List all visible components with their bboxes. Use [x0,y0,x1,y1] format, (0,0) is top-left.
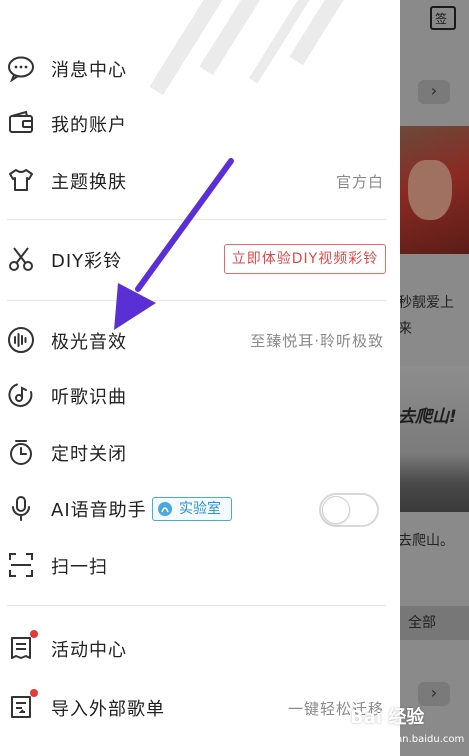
chevron-right-icon[interactable]: › [418,80,450,104]
menu-item-label: 活动中心 [51,640,127,661]
sound-effect-desc: 至臻悦耳·聆听极致 [250,332,384,350]
menu-item-sleep-timer[interactable]: 定时关闭 [0,430,400,474]
menu-item-activity-center[interactable]: 活动中心 [0,626,400,670]
toggle-knob [322,496,350,524]
divider [7,219,386,220]
lab-badge: 实验室 [152,497,232,521]
menu-item-label: 我的账户 [51,115,127,136]
calendar-icon[interactable]: 签 [430,6,456,30]
menu-item-label: DIY彩铃 [51,251,123,272]
side-drawer: 消息中心 我的账户 主题换肤 官方白 DIY彩铃 立即体验DIY视频彩铃 极光音… [0,0,400,756]
menu-item-sound-effect[interactable]: 极光音效 至臻悦耳·聆听极致 [0,318,400,362]
watermark-logo: Bai 经验 [350,707,425,728]
timer-icon [10,440,32,465]
background-item-caption: 去爬山。 [398,533,454,549]
background-thumbnail [400,126,469,254]
menu-item-label: AI语音助手 [51,500,147,521]
background-item-title: 秒靓爱上 [398,295,454,311]
menu-item-label: 定时关闭 [51,444,127,465]
menu-item-import-playlist[interactable]: 导入外部歌单 一键轻松迁移 [0,685,400,729]
menu-item-label: 消息中心 [51,60,127,81]
divider [7,300,386,301]
scissors-icon [9,247,33,271]
menu-item-label: 听歌识曲 [51,387,127,408]
notification-dot [30,630,38,638]
chat-bubble-icon [8,56,34,82]
music-recognition-icon [8,383,33,407]
tshirt-icon [9,169,33,191]
try-diy-video-ringtone-button[interactable]: 立即体验DIY视频彩铃 [224,244,386,274]
background-item-title-2: 来 [398,321,412,337]
scan-icon [9,553,33,577]
menu-item-label: 极光音效 [51,332,127,353]
wallet-icon [9,110,33,133]
microphone-icon [12,496,30,521]
menu-item-messages[interactable]: 消息中心 [0,46,400,90]
menu-item-label: 主题换肤 [51,172,127,193]
menu-item-song-recognition[interactable]: 听歌识曲 [0,373,400,417]
import-icon [11,696,31,718]
menu-item-scan[interactable]: 扫一扫 [0,543,400,587]
menu-item-label: 导入外部歌单 [51,699,165,720]
all-button[interactable]: 全部 [398,606,469,640]
divider [7,605,386,606]
notification-dot [30,689,38,697]
menu-item-theme[interactable]: 主题换肤 官方白 [0,158,400,202]
background-thumbnail-2: 去爬山! [398,366,469,512]
document-list-icon [11,637,31,659]
ai-voice-toggle[interactable] [319,493,379,527]
sound-wave-icon [8,327,34,353]
theme-value: 官方白 [335,173,384,191]
lab-icon [158,502,172,516]
menu-item-account[interactable]: 我的账户 [0,101,400,145]
watermark-url: jingyan.baidu.com [372,734,465,745]
menu-item-label: 扫一扫 [51,557,108,578]
